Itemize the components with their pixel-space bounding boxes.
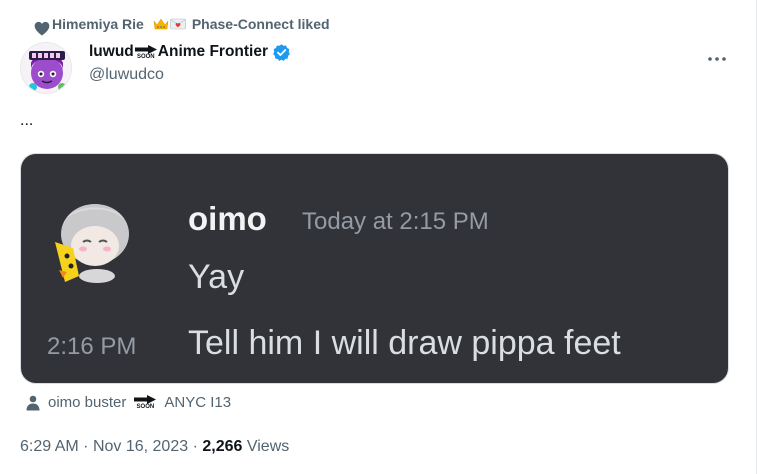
emoji-group	[153, 18, 186, 30]
soon-arrow-badge: SOON	[134, 44, 157, 60]
author-handle[interactable]: @luwudco	[89, 66, 291, 84]
crown-emoji-icon	[153, 18, 169, 30]
social-context[interactable]: Himemiya Rie Phase-Connect liked	[34, 8, 330, 40]
views-label: Views	[246, 438, 290, 455]
discord-username: oimo	[188, 200, 267, 237]
tag-soon-label: SOON	[136, 404, 155, 410]
tag-soon-arrow-badge: SOON	[134, 395, 157, 410]
discord-message-2: Tell him I will draw pippa feet	[188, 324, 621, 362]
author-name-part1[interactable]: luwud	[89, 42, 134, 62]
post-meta: 6:29 AM · Nov 16, 2023 · 2,266 Views	[20, 438, 289, 456]
more-options-icon[interactable]	[707, 46, 727, 67]
verified-badge-icon[interactable]	[272, 43, 291, 62]
meta-separator: ·	[192, 438, 203, 455]
tagged-user-name[interactable]: oimo buster	[48, 394, 126, 411]
person-icon	[26, 395, 40, 410]
love-letter-emoji-icon	[170, 18, 186, 30]
author-block: luwud SOON Anime Frontier @luwudco	[89, 42, 291, 84]
post-media-image[interactable]: oimo Today at 2:15 PM Yay 2:16 PM Tell h…	[20, 153, 729, 384]
discord-message-2-time: 2:16 PM	[47, 333, 137, 360]
soon-label: SOON	[136, 53, 155, 60]
heart-icon	[34, 21, 50, 36]
liker-suffix[interactable]: Phase-Connect liked	[192, 16, 330, 32]
author-display-name[interactable]: luwud SOON Anime Frontier	[89, 42, 291, 62]
luwud-logo-avatar	[21, 43, 71, 93]
discord-message-1: Yay	[188, 258, 245, 296]
author-name-part2[interactable]: Anime Frontier	[158, 42, 268, 62]
views-count: 2,266	[202, 438, 243, 455]
arrow-soon-icon	[134, 395, 157, 404]
tagged-users[interactable]: oimo buster SOON ANYC I13	[26, 394, 231, 411]
tagged-user-suffix[interactable]: ANYC I13	[164, 394, 231, 411]
meta-separator: ·	[83, 438, 93, 455]
liker-name[interactable]: Himemiya Rie	[52, 16, 144, 32]
arrow-soon-icon	[134, 44, 157, 54]
discord-timestamp: Today at 2:15 PM	[302, 208, 489, 235]
post-time[interactable]: 6:29 AM	[20, 438, 79, 455]
post-text: ...	[20, 112, 34, 129]
post-date[interactable]: Nov 16, 2023	[93, 438, 188, 455]
author-avatar[interactable]	[20, 42, 72, 94]
discord-avatar	[55, 204, 129, 283]
